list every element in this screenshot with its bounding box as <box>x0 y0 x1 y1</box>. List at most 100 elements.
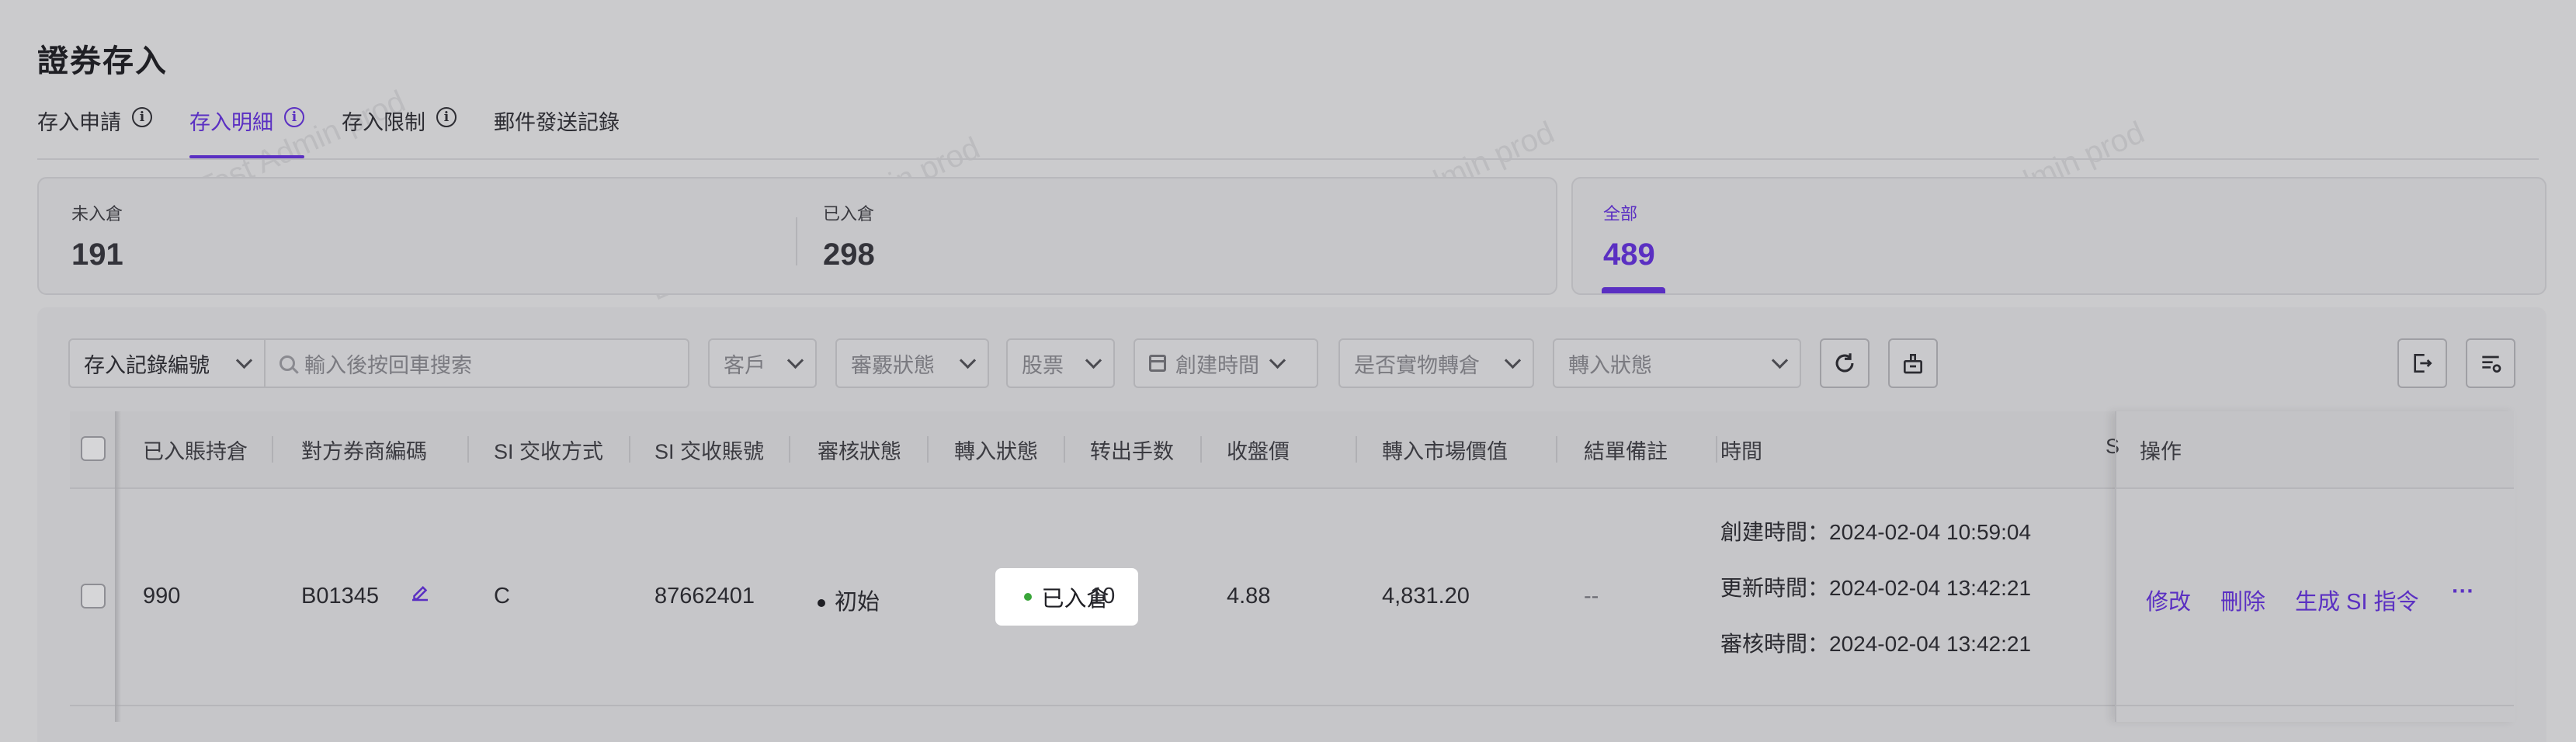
select-all-checkbox[interactable] <box>81 436 106 461</box>
time-value: 2024-02-04 13:42:21 <box>1829 576 2032 600</box>
column-header[interactable]: 轉入狀態 <box>954 435 1038 465</box>
statement-remark: -- <box>1584 584 1599 609</box>
divider <box>1556 436 1557 463</box>
stat-value: 191 <box>71 238 123 272</box>
time-value: 2024-02-04 13:42:21 <box>1829 632 2032 656</box>
edit-broker-code-button[interactable] <box>408 581 432 610</box>
export-icon <box>2414 354 2432 373</box>
refresh-button[interactable] <box>1820 338 1870 388</box>
column-header[interactable]: 審核狀態 <box>818 435 901 465</box>
column-settings-button[interactable] <box>2466 338 2515 388</box>
info-icon[interactable]: i <box>284 107 304 127</box>
review-status-filter[interactable]: 審覈狀態 <box>835 338 989 388</box>
column-header[interactable]: 收盤價 <box>1227 435 1290 465</box>
stat-active-indicator <box>1602 287 1665 293</box>
filter-label: 客戶 <box>724 353 766 377</box>
divider <box>1356 436 1357 463</box>
broom-icon <box>1904 354 1922 374</box>
tab-label: 存入限制 <box>342 111 425 134</box>
info-icon[interactable]: i <box>436 107 457 127</box>
column-header[interactable]: 转出手数 <box>1090 435 1174 465</box>
stat-value: 489 <box>1603 238 1655 272</box>
created-time-filter[interactable]: 創建時間 <box>1134 338 1318 388</box>
column-header[interactable]: 對方券商編碼 <box>301 435 427 465</box>
si-account: 87662401 <box>654 584 755 609</box>
divider <box>789 436 790 463</box>
filter-label: 審覈狀態 <box>851 353 935 377</box>
divider <box>1716 436 1717 463</box>
stat-stored[interactable]: 已入倉 298 <box>823 200 875 272</box>
status-dot <box>1024 593 1033 601</box>
select-value: 存入記錄編號 <box>84 353 210 377</box>
record-field-select[interactable]: 存入記錄編號 <box>68 338 266 388</box>
chevron-down-icon <box>1269 352 1286 369</box>
filter-label: 是否實物轉倉 <box>1354 353 1480 377</box>
stat-all[interactable]: 全部 489 <box>1603 200 1655 272</box>
column-header[interactable]: SI 交收賬號 <box>654 435 764 465</box>
divider <box>1064 436 1065 463</box>
broker-code: B01345 <box>301 584 379 609</box>
filter-label: 股票 <box>1022 353 1064 377</box>
stat-not-stored[interactable]: 未入倉 191 <box>71 200 123 272</box>
divider <box>629 436 630 463</box>
time-value: 2024-02-04 10:59:04 <box>1829 520 2032 544</box>
stat-label: 未入倉 <box>71 204 123 224</box>
column-settings-icon <box>2482 355 2501 373</box>
tab-label: 存入申請 <box>37 111 121 134</box>
transfer-status-filter[interactable]: 轉入狀態 <box>1553 338 1801 388</box>
search-input[interactable]: 輸入後按回車搜索 <box>264 338 689 388</box>
calendar-icon <box>1149 355 1166 372</box>
reviewed-time: 審核時間：2024-02-04 13:42:21 <box>1720 627 2031 658</box>
column-header[interactable]: 已入賬持倉 <box>143 435 248 465</box>
stat-label: 已入倉 <box>823 204 875 224</box>
refresh-icon <box>1835 353 1854 373</box>
time-label: 審核時間： <box>1720 632 1830 656</box>
filter-label: 創建時間 <box>1175 353 1259 377</box>
tab-deposit-limits[interactable]: 存入限制 i <box>342 106 457 157</box>
physical-transfer-filter[interactable]: 是否實物轉倉 <box>1338 338 1534 388</box>
scroll-shadow <box>115 411 121 722</box>
si-method: C <box>494 584 510 609</box>
column-header[interactable]: SI 交收方式 <box>494 435 603 465</box>
stat-value: 298 <box>823 238 875 272</box>
column-header[interactable]: 結單備註 <box>1584 435 1668 465</box>
chevron-down-icon <box>1771 352 1789 369</box>
stat-label: 全部 <box>1603 204 1638 224</box>
stock-filter[interactable]: 股票 <box>1006 338 1115 388</box>
status-dot <box>818 599 825 608</box>
divider <box>272 436 273 463</box>
divider <box>1200 436 1202 463</box>
edit-icon <box>412 585 428 602</box>
transfer-status-badge: 已入倉 <box>995 568 1138 626</box>
review-status-text: 初始 <box>835 590 880 615</box>
tab-label: 存入明細 <box>189 111 273 134</box>
chevron-down-icon <box>786 352 804 369</box>
stats-panel: 未入倉 191 已入倉 298 <box>37 177 1557 295</box>
column-header[interactable]: 時間 <box>1720 435 1762 465</box>
created-time: 創建時間：2024-02-04 10:59:04 <box>1720 515 2031 546</box>
tab-label: 郵件發送記錄 <box>494 111 620 134</box>
info-icon[interactable]: i <box>132 107 152 127</box>
tab-deposit-application[interactable]: 存入申請 i <box>37 106 152 157</box>
time-label: 更新時間： <box>1720 576 1830 600</box>
page-title: 證券存入 <box>37 44 168 78</box>
divider <box>796 217 797 265</box>
clear-filters-button[interactable] <box>1888 338 1938 388</box>
actions-column <box>2115 411 2515 722</box>
customer-filter[interactable]: 客戶 <box>708 338 817 388</box>
export-button[interactable] <box>2397 338 2447 388</box>
time-label: 創建時間： <box>1720 520 1830 544</box>
lots: 10 <box>1090 584 1116 609</box>
tab-deposit-details[interactable]: 存入明細 i <box>189 106 304 158</box>
tab-email-records[interactable]: 郵件發送記錄 <box>494 106 620 157</box>
filter-label: 轉入狀態 <box>1568 353 1652 377</box>
review-status: 初始 <box>818 584 880 616</box>
search-placeholder: 輸入後按回車搜索 <box>304 353 472 377</box>
market-value: 4,831.20 <box>1382 584 1470 609</box>
chevron-down-icon <box>235 352 253 369</box>
updated-time: 更新時間：2024-02-04 13:42:21 <box>1720 571 2031 602</box>
chevron-down-icon <box>1504 352 1522 369</box>
search-icon <box>279 355 295 371</box>
column-header[interactable]: 轉入市場價值 <box>1382 435 1508 465</box>
row-checkbox[interactable] <box>81 584 106 609</box>
